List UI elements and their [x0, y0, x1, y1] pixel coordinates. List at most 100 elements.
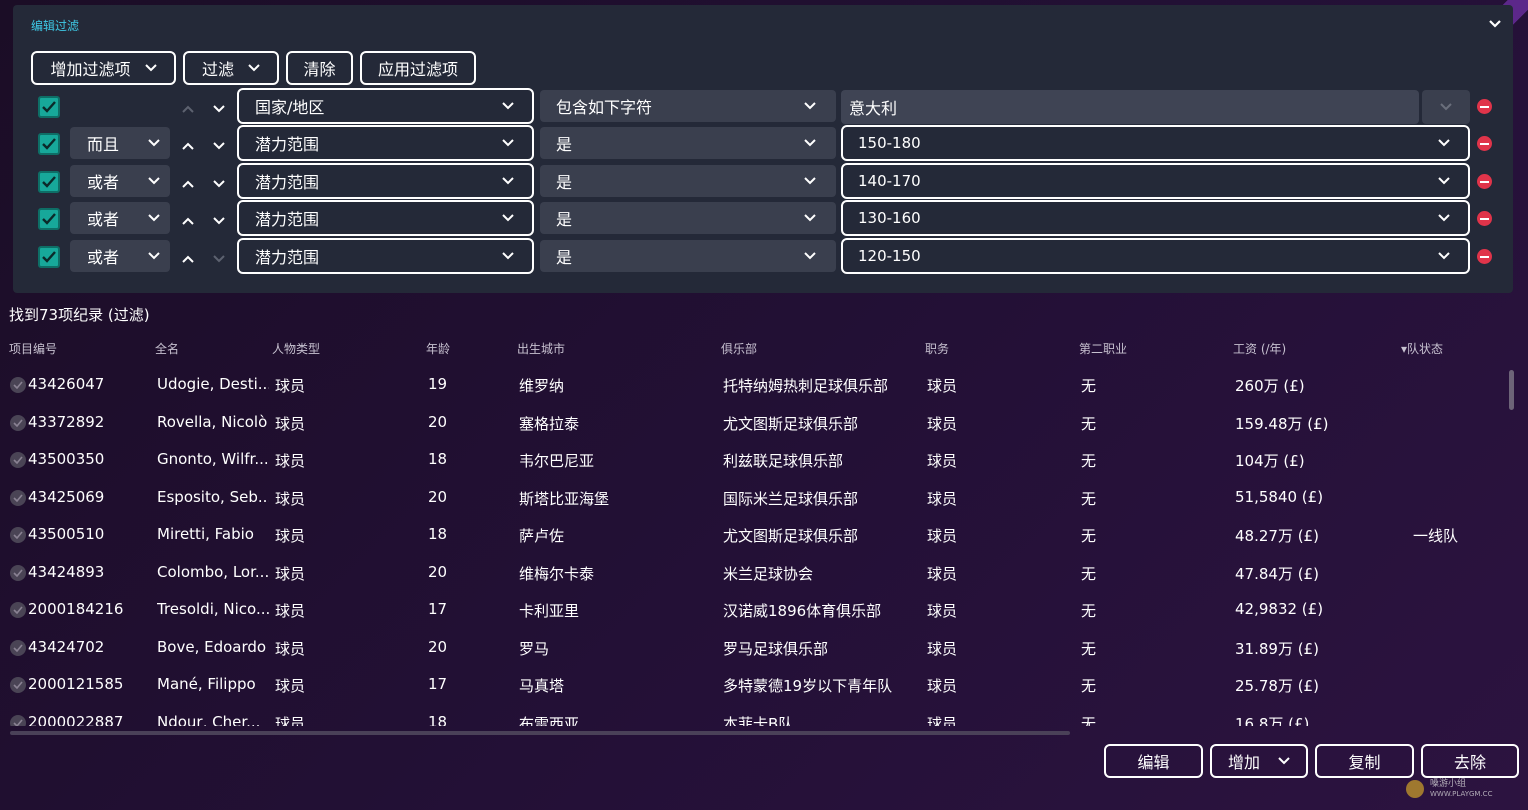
value-dropdown-button[interactable] — [1422, 90, 1470, 124]
filter-field-select[interactable]: 潜力范围 — [237, 200, 534, 236]
logic-operator-select[interactable]: 或者 — [70, 240, 170, 272]
move-down-icon[interactable] — [212, 136, 226, 150]
copy-button[interactable]: 复制 — [1315, 744, 1414, 778]
filter-field-select[interactable]: 潜力范围 — [237, 125, 534, 161]
move-up-icon[interactable] — [181, 136, 195, 150]
column-header[interactable]: 年龄 — [426, 340, 450, 357]
collapse-chevron-icon[interactable] — [1487, 15, 1503, 31]
filter-enabled-checkbox[interactable] — [38, 208, 60, 230]
filter-field-select[interactable]: 国家/地区 — [237, 88, 534, 124]
logic-operator-value: 或者 — [87, 210, 120, 229]
column-header[interactable]: 人物类型 — [272, 340, 320, 357]
move-up-icon[interactable] — [181, 174, 195, 188]
remove-filter-icon[interactable] — [1477, 136, 1492, 151]
column-header[interactable]: 第二职业 — [1079, 340, 1127, 357]
vertical-scrollbar[interactable] — [1509, 370, 1514, 410]
cell-name: Bove, Edoardo — [157, 637, 267, 656]
remove-filter-icon[interactable] — [1477, 99, 1492, 114]
filter-field-select[interactable]: 潜力范围 — [237, 163, 534, 199]
filter-operator-select[interactable]: 是 — [540, 202, 836, 234]
filter-enabled-checkbox[interactable] — [38, 171, 60, 193]
move-down-icon[interactable] — [212, 211, 226, 225]
move-down-icon[interactable] — [212, 174, 226, 188]
column-header[interactable]: 出生城市 — [517, 340, 565, 357]
cell-age: 18 — [428, 525, 448, 543]
filter-value-select[interactable]: 150-180 — [841, 125, 1470, 161]
filter-value-select[interactable]: 120-150 — [841, 238, 1470, 274]
cell-role: 球员 — [927, 714, 958, 727]
remove-filter-icon[interactable] — [1477, 174, 1492, 189]
filter-value-input[interactable]: 意大利 — [841, 90, 1419, 124]
table-row[interactable]: 2000184216 Tresoldi, Nico... 球员 17 卡利亚里 汉诺威18… — [0, 591, 1505, 628]
filter-value: 140-170 — [858, 172, 921, 190]
logic-operator-select[interactable]: 或者 — [70, 165, 170, 197]
chevron-down-icon — [1438, 214, 1450, 222]
cell-wage: 47.84万 (£) — [1235, 564, 1319, 583]
filter-enabled-checkbox[interactable] — [38, 133, 60, 155]
watermark: 嗓游小组 WWW.PLAYGM.CC — [1406, 776, 1524, 802]
column-header[interactable]: 俱乐部 — [721, 340, 757, 357]
filter-operator-select[interactable]: 是 — [540, 240, 836, 272]
filter-operator-select[interactable]: 包含如下字符 — [540, 90, 836, 122]
filter-operator-select[interactable]: 是 — [540, 165, 836, 197]
column-header[interactable]: 全名 — [155, 340, 179, 357]
logic-operator-select[interactable]: 而且 — [70, 127, 170, 159]
filter-enabled-checkbox[interactable] — [38, 96, 60, 118]
cell-type: 球员 — [275, 639, 306, 658]
cell-second-job: 无 — [1081, 714, 1097, 727]
remove-filter-icon[interactable] — [1477, 249, 1492, 264]
filter-value-select[interactable]: 140-170 — [841, 163, 1470, 199]
table-row[interactable]: 2000121585 Mané, Filippo 球员 17 马真塔 多特蒙德19岁以下青… — [0, 666, 1505, 703]
chevron-down-icon — [148, 177, 160, 185]
column-header[interactable]: 工资 (/年) — [1233, 340, 1286, 357]
move-up-icon[interactable] — [181, 211, 195, 225]
table-row[interactable]: 43372892 Rovella, Nicolò 球员 20 塞格拉泰 尤文图斯足球俱乐部… — [0, 404, 1505, 441]
add-filter-button[interactable]: 增加过滤项 — [31, 51, 176, 85]
chevron-down-icon — [502, 102, 514, 110]
apply-filter-button[interactable]: 应用过滤项 — [360, 51, 476, 85]
filter-operator-select[interactable]: 是 — [540, 127, 836, 159]
chevron-down-icon — [1438, 177, 1450, 185]
edit-button[interactable]: 编辑 — [1104, 744, 1203, 778]
filter-value: 150-180 — [858, 134, 921, 152]
horizontal-scrollbar[interactable] — [10, 731, 1070, 735]
filter-value-select[interactable]: 130-160 — [841, 200, 1470, 236]
table-row[interactable]: 43426047 Udogie, Desti... 球员 19 维罗纳 托特纳姆热刺足球俱… — [0, 366, 1505, 403]
filter-button[interactable]: 过滤 — [183, 51, 279, 85]
chevron-down-icon — [804, 102, 816, 110]
chevron-down-icon — [1438, 139, 1450, 147]
chevron-down-icon — [148, 252, 160, 260]
row-status-check-icon — [10, 414, 26, 431]
cell-city: 维罗纳 — [519, 377, 565, 395]
remove-filter-icon[interactable] — [1477, 211, 1492, 226]
move-up-icon[interactable] — [181, 249, 195, 263]
panel-title: 编辑过滤 — [31, 19, 80, 33]
clear-button[interactable]: 清除 — [286, 51, 353, 85]
table-row[interactable]: 43424702 Bove, Edoardo 球员 20 罗马 罗马足球俱乐部 球员 无 31.… — [0, 629, 1505, 666]
logic-operator-select[interactable]: 或者 — [70, 202, 170, 234]
column-header-sorted[interactable]: ▾队状态 — [1401, 340, 1443, 357]
table-row[interactable]: 43500510 Miretti, Fabio 球员 18 萨卢佐 尤文图斯足球俱乐部 球员… — [0, 516, 1505, 553]
filter-label: 过滤 — [201, 60, 234, 79]
cell-wage: 51,5840 (£) — [1235, 487, 1324, 506]
cell-club: 多特蒙德19岁以下青年队 — [723, 677, 893, 695]
filter-enabled-checkbox[interactable] — [38, 246, 60, 268]
cell-role: 球员 — [927, 414, 958, 433]
column-header[interactable]: 职务 — [925, 340, 949, 357]
table-row[interactable]: 2000022887 Ndour, Cher... 球员 18 布雷西亚 本菲卡B队 球员 无… — [0, 704, 1505, 727]
add-button[interactable]: 增加 — [1210, 744, 1308, 778]
filter-operator-value: 包含如下字符 — [556, 98, 653, 117]
column-header[interactable]: 项目编号 — [9, 340, 57, 357]
chevron-down-icon — [148, 139, 160, 147]
checkmark-icon — [42, 251, 56, 263]
filter-field-select[interactable]: 潜力范围 — [237, 238, 534, 274]
move-down-icon[interactable] — [212, 99, 226, 113]
table-row[interactable]: 43425069 Esposito, Seb... 球员 20 斯塔比亚海堡 国际米兰足球… — [0, 479, 1505, 516]
cell-city: 维梅尔卡泰 — [519, 564, 595, 583]
table-row[interactable]: 43424893 Colombo, Lor... 球员 20 维梅尔卡泰 米兰足球协会 球员… — [0, 554, 1505, 591]
filter-field-value: 潜力范围 — [255, 173, 320, 192]
remove-button[interactable]: 去除 — [1421, 744, 1519, 778]
add-filter-label: 增加过滤项 — [50, 60, 131, 79]
cell-role: 球员 — [927, 639, 958, 658]
table-row[interactable]: 43500350 Gnonto, Wilfr... 球员 18 韦尔巴尼亚 利兹联足球俱乐… — [0, 441, 1505, 478]
